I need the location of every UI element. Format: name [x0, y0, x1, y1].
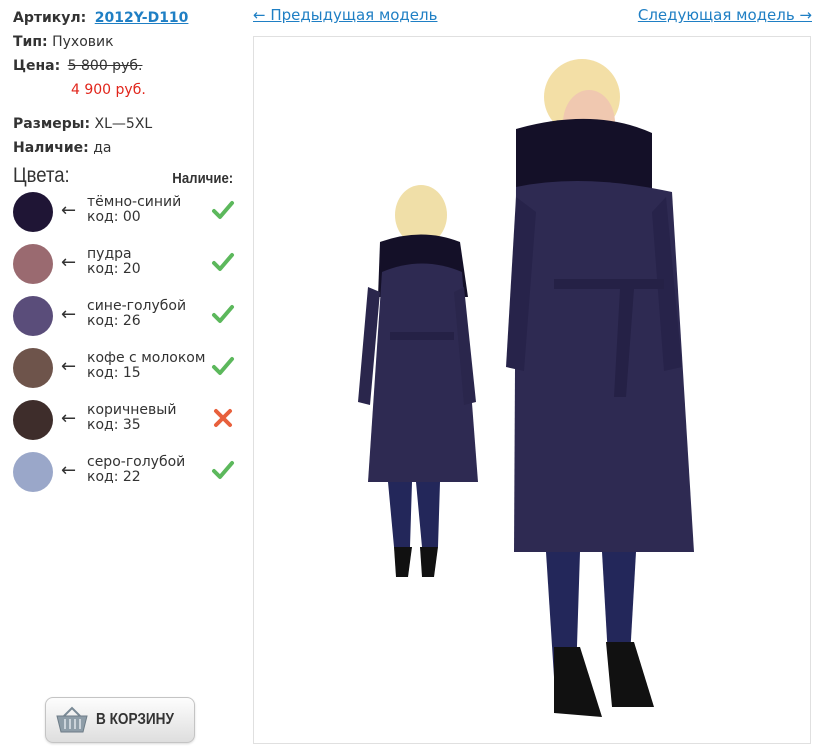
product-info-panel: Артикул: 2012Y-D110 Тип: Пуховик Цена: 5… — [13, 8, 238, 504]
color-code: код: 00 — [87, 209, 141, 225]
previous-model-link[interactable]: ← Предыдущая модель — [253, 6, 437, 24]
type-row: Тип: Пуховик — [13, 32, 238, 56]
color-name: серо-голубой — [87, 454, 186, 470]
left-arrow-icon: ← — [61, 408, 77, 429]
sale-price: 4 900 руб. — [71, 82, 146, 98]
color-name: кофе с молоком — [87, 350, 206, 366]
next-model-link[interactable]: Следующая модель → — [638, 6, 812, 24]
color-item[interactable]: ← сине-голубой код: 26 — [13, 296, 238, 348]
availability-header: Наличие: — [172, 170, 233, 187]
left-arrow-icon: ← — [61, 460, 77, 481]
color-code: код: 20 — [87, 261, 141, 277]
color-code: код: 35 — [87, 417, 141, 433]
check-icon — [212, 253, 234, 271]
color-item[interactable]: ← серо-голубой код: 22 — [13, 452, 238, 504]
old-price: 5 800 руб. — [67, 58, 143, 74]
article-link[interactable]: 2012Y-D110 — [95, 10, 189, 26]
color-swatch[interactable] — [13, 400, 53, 440]
color-item[interactable]: ← кофе с молоком код: 15 — [13, 348, 238, 400]
color-name: коричневый — [87, 402, 177, 418]
color-name: сине-голубой — [87, 298, 187, 314]
color-name: пудра — [87, 246, 132, 262]
colors-title: Цвета: — [13, 164, 70, 187]
color-swatch[interactable] — [13, 192, 53, 232]
check-icon — [212, 461, 234, 479]
color-swatch[interactable] — [13, 296, 53, 336]
colors-header: Цвета: Наличие: — [13, 164, 238, 192]
basket-icon — [56, 706, 88, 733]
left-arrow-icon: ← — [61, 304, 77, 325]
color-list: ← тёмно-синий код: 00 ← пудра код: 20 ← … — [13, 192, 238, 504]
left-arrow-icon: ← — [61, 200, 77, 221]
type-value: Пуховик — [52, 34, 114, 50]
check-icon — [212, 357, 234, 375]
price-row: Цена: 5 800 руб. — [13, 56, 238, 80]
left-arrow-icon: ← — [61, 356, 77, 377]
color-name: тёмно-синий — [87, 194, 182, 210]
article-row: Артикул: 2012Y-D110 — [13, 8, 238, 32]
article-label: Артикул: — [13, 10, 87, 26]
add-to-cart-label: В КОРЗИНУ — [96, 711, 174, 728]
type-label: Тип: — [13, 34, 48, 50]
sizes-value: XL—5XL — [94, 116, 153, 132]
stock-row: Наличие: да — [13, 138, 238, 162]
price-label: Цена: — [13, 58, 61, 74]
coat-illustration — [358, 59, 694, 717]
cross-icon — [214, 409, 232, 427]
left-arrow-icon: ← — [61, 252, 77, 273]
add-to-cart-button[interactable]: В КОРЗИНУ — [45, 697, 195, 743]
color-code: код: 15 — [87, 365, 141, 381]
check-icon — [212, 201, 234, 219]
color-swatch[interactable] — [13, 452, 53, 492]
color-item[interactable]: ← тёмно-синий код: 00 — [13, 192, 238, 244]
color-item[interactable]: ← пудра код: 20 — [13, 244, 238, 296]
check-icon — [212, 305, 234, 323]
stock-label: Наличие: — [13, 140, 89, 156]
color-item[interactable]: ← коричневый код: 35 — [13, 400, 238, 452]
color-swatch[interactable] — [13, 348, 53, 388]
color-swatch[interactable] — [13, 244, 53, 284]
front-view-model — [506, 59, 694, 717]
sale-price-row: 4 900 руб. — [13, 80, 238, 104]
back-view-model — [358, 185, 478, 577]
color-code: код: 22 — [87, 469, 141, 485]
stock-value: да — [93, 140, 112, 156]
color-code: код: 26 — [87, 313, 141, 329]
sizes-label: Размеры: — [13, 116, 91, 132]
sizes-row: Размеры: XL—5XL — [13, 114, 238, 138]
product-photo — [253, 36, 811, 744]
